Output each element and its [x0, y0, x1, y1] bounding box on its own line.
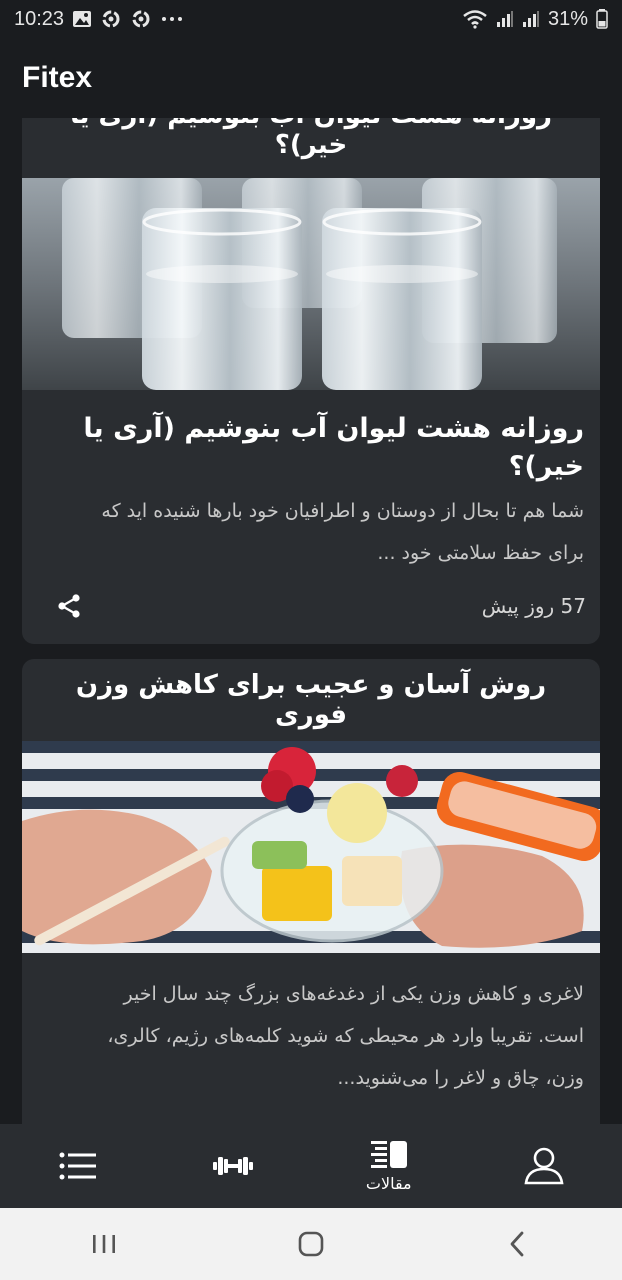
battery-percent: 31%: [547, 7, 588, 30]
nav-item-workouts[interactable]: [178, 1124, 288, 1208]
summary-line: لاغری و کاهش وزن یکی از دغدغه‌های بزرگ چ…: [123, 983, 584, 1005]
status-time: 10:23: [14, 7, 65, 30]
battery-icon: [596, 9, 608, 29]
app-title: Fitex: [22, 61, 93, 94]
status-bar: 10:23 31%: [0, 0, 622, 38]
status-right: 31%: [462, 8, 608, 31]
article-title[interactable]: روزانه هشت لیوان آب بنوشیم (آری یا خیر)؟: [38, 410, 584, 486]
nav-item-articles[interactable]: مقالات: [334, 1124, 444, 1208]
summary-line: است. تقریبا وارد هر محیطی که شوید کلمه‌ه…: [107, 1025, 584, 1047]
sync-icon: [130, 9, 152, 29]
article-card[interactable]: روش آسان و عجیب برای کاهش وزن فوری لاغری…: [22, 659, 600, 1124]
summary-line: وزن، چاق و لاغر را می‌شنوید...: [337, 1067, 584, 1089]
home-icon: [298, 1231, 324, 1257]
summary-line: شما هم تا بحال از دوستان و اطرافیان خود …: [101, 499, 584, 522]
fruit-salad-jar-image[interactable]: [22, 741, 600, 953]
list-icon: [59, 1152, 96, 1180]
water-glasses-image[interactable]: [22, 178, 600, 390]
nav-label-articles: مقالات: [365, 1173, 412, 1193]
dumbbell-icon: [213, 1157, 254, 1175]
back-icon: [510, 1231, 524, 1257]
card-body: لاغری و کاهش وزن یکی از دغدغه‌های بزرگ چ…: [22, 953, 600, 1099]
signal-icon: [496, 10, 514, 28]
wifi-icon: [462, 9, 488, 29]
more-dots-icon: [160, 14, 184, 24]
card-body: روزانه هشت لیوان آب بنوشیم (آری یا خیر)؟…: [22, 390, 600, 574]
card-footer: 57 روز پیش: [22, 586, 600, 626]
recents-button[interactable]: [64, 1214, 144, 1274]
article-card[interactable]: روزانه هشت لیوان آب بنوشیم (آری یا خیر)؟: [22, 118, 600, 644]
recents-icon: [92, 1235, 115, 1253]
card-header-title: روزانه هشت لیوان آب بنوشیم (آری یا خیر)؟: [70, 118, 552, 160]
article-summary: لاغری و کاهش وزن یکی از دغدغه‌های بزرگ چ…: [38, 973, 584, 1099]
profile-icon: [524, 1147, 564, 1185]
status-left: 10:23: [14, 8, 184, 31]
share-icon[interactable]: [52, 589, 86, 623]
bottom-nav: مقالات: [0, 1124, 622, 1208]
card-header: روزانه هشت لیوان آب بنوشیم (آری یا خیر)؟: [22, 118, 600, 178]
back-button[interactable]: [478, 1214, 558, 1274]
nav-item-profile[interactable]: [489, 1124, 599, 1208]
gallery-icon: [72, 10, 92, 28]
card-header-title: روش آسان و عجیب برای کاهش وزن فوری: [75, 670, 547, 730]
summary-line: برای حفظ سلامتی خود ...: [377, 541, 584, 564]
app-bar: Fitex: [0, 38, 622, 118]
article-date: 57 روز پیش: [481, 594, 586, 618]
sync-icon: [100, 9, 122, 29]
articles-icon: [370, 1140, 407, 1168]
nav-item-menu[interactable]: [23, 1124, 133, 1208]
article-summary: شما هم تا بحال از دوستان و اطرافیان خود …: [38, 490, 584, 574]
system-nav-bar: [0, 1208, 622, 1280]
article-feed[interactable]: روزانه هشت لیوان آب بنوشیم (آری یا خیر)؟: [0, 118, 622, 1124]
home-button[interactable]: [271, 1214, 351, 1274]
signal-icon: [522, 10, 540, 28]
card-header: روش آسان و عجیب برای کاهش وزن فوری: [22, 659, 600, 741]
